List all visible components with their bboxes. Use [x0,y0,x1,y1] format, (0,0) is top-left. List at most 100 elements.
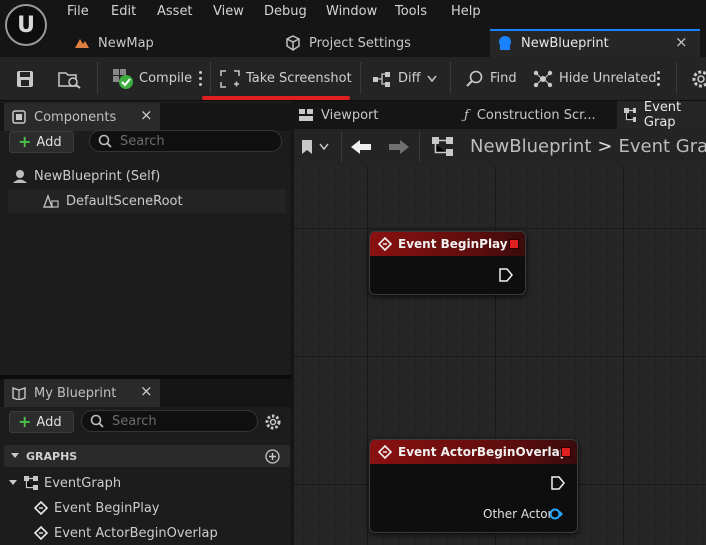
add-label: Add [36,414,62,430]
my-blueprint-title: My Blueprint [34,385,117,401]
toolbar-divider [97,62,98,94]
more-options-icon[interactable] [657,71,660,86]
diff-button[interactable]: Diff [372,57,437,100]
close-my-blueprint-icon[interactable]: × [140,382,153,400]
node-header: Event ActorBeginOverlap [370,440,577,464]
event-label: Event ActorBeginOverlap [54,525,218,541]
blueprint-icon [499,36,511,50]
back-arrow-icon[interactable] [350,139,372,159]
menu-window[interactable]: Window [326,4,377,19]
diff-icon [373,71,390,87]
component-item-self[interactable]: NewBlueprint (Self) [12,164,288,188]
node-title: Event ActorBeginOverlap [398,445,569,459]
menu-edit[interactable]: Edit [111,4,136,19]
search-icon [466,70,483,87]
tab-label: Viewport [321,107,379,123]
toolbar-divider [360,62,361,94]
component-item-default-scene-root[interactable]: DefaultSceneRoot [8,189,286,213]
tab-viewport[interactable]: Viewport [299,101,379,129]
actor-icon [13,170,27,183]
highlight-underline [202,96,350,100]
tab-label: NewBlueprint [521,35,609,51]
my-blueprint-tab[interactable]: My Blueprint [4,379,160,407]
close-components-icon[interactable]: × [140,106,153,124]
delegate-pin-icon[interactable] [509,239,519,249]
chevron-down-icon [9,480,17,485]
settings-gear-icon[interactable] [264,413,282,435]
delegate-pin-icon[interactable] [561,447,571,457]
graphs-section-header[interactable]: GRAPHS [4,445,290,467]
chevron-down-icon [11,453,19,458]
breadcrumb-separator-icon: > [597,136,613,157]
save-button[interactable] [16,57,34,100]
my-blueprint-add-button[interactable]: + Add [9,411,74,433]
node-title: Event BeginPlay [398,237,508,251]
object-output-pin-icon[interactable] [548,507,564,525]
tab-label: NewMap [98,35,154,51]
breadcrumb-blueprint[interactable]: NewBlueprint [470,136,591,157]
close-tab-icon[interactable]: × [675,33,688,51]
unreal-logo-icon[interactable]: U [5,4,47,46]
breadcrumb: NewBlueprint > Event Graph [470,136,706,157]
compile-label: Compile [139,71,193,86]
take-screenshot-button[interactable]: Take Screenshot [220,57,352,100]
graph-item-eventgraph[interactable]: EventGraph [8,471,288,495]
menu-debug[interactable]: Debug [264,4,307,19]
chevron-down-icon [427,75,437,82]
hide-unrelated-label: Hide Unrelated [559,71,657,86]
browse-button[interactable] [58,57,82,100]
menu-asset[interactable]: Asset [157,4,193,19]
components-tab[interactable]: Components [4,103,160,131]
hide-unrelated-button[interactable]: Hide Unrelated [533,57,657,100]
components-icon [12,110,26,124]
my-blueprint-search-input[interactable]: Search [81,410,258,432]
tab-newmap[interactable]: NewMap [74,29,154,57]
forward-arrow-icon[interactable] [388,139,410,159]
bookmark-icon [302,140,312,154]
breadcrumb-graph[interactable]: Event Graph [618,136,706,157]
save-icon [17,70,33,87]
menu-view[interactable]: View [213,4,244,19]
diff-label: Diff [398,71,421,86]
tab-newblueprint-content: NewBlueprint [497,29,609,57]
event-icon [378,237,392,251]
components-search-input[interactable]: Search [89,130,282,152]
exec-output-pin-icon[interactable] [551,476,565,494]
plus-icon: + [18,412,32,431]
event-item-actorbeginoverlap[interactable]: Event ActorBeginOverlap [34,521,288,545]
exec-output-pin-icon[interactable] [499,268,513,286]
toolbar-divider [341,132,342,162]
take-screenshot-label: Take Screenshot [246,71,352,86]
bookmark-dropdown[interactable] [301,139,329,155]
toolbar-divider [450,62,451,94]
graph-icon [24,476,38,490]
scene-component-icon [43,194,59,208]
compile-options-icon[interactable] [199,71,202,86]
compile-button[interactable]: Compile [113,57,192,100]
tab-label: Construction Scr... [476,107,596,123]
graphs-section-label: GRAPHS [26,449,78,463]
find-label: Find [490,71,517,86]
toolbar-divider [419,132,420,162]
viewport-icon [299,109,313,121]
event-item-beginplay[interactable]: Event BeginPlay [34,496,288,520]
tab-construction-script[interactable]: ƒ Construction Scr... [464,101,596,129]
components-add-button[interactable]: + Add [9,131,74,153]
hide-unrelated-icon [533,70,553,87]
menu-tools[interactable]: Tools [395,4,427,19]
search-icon [98,134,112,148]
menu-help[interactable]: Help [451,4,481,19]
component-label: DefaultSceneRoot [66,193,183,209]
tab-label: Event Grap [643,100,682,130]
add-label: Add [36,134,62,150]
settings-gear-icon[interactable] [691,69,706,93]
components-title: Components [34,109,117,125]
event-icon [378,445,392,459]
find-button[interactable]: Find [466,57,517,100]
graph-icon [624,108,636,122]
tab-event-graph-content: Event Grap [624,100,706,130]
search-placeholder: Search [120,133,165,149]
add-graph-icon[interactable] [265,449,280,468]
tab-project-settings[interactable]: Project Settings [285,29,411,57]
menu-file[interactable]: File [67,4,89,19]
